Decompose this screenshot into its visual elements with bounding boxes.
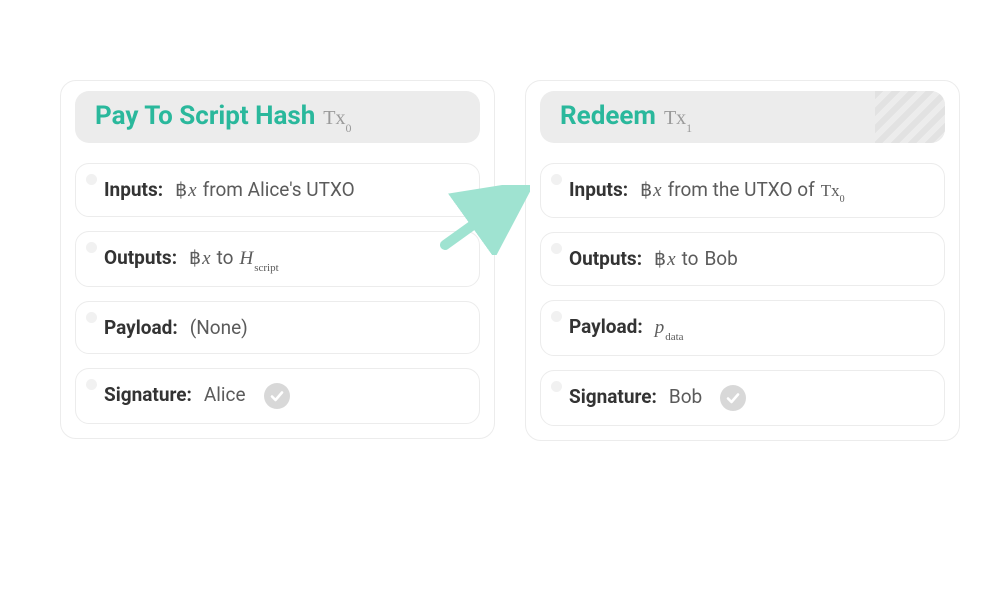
outputs-value-right: ฿x to Bob — [654, 247, 738, 271]
inputs-value-left: ฿x from Alice's UTXO — [175, 178, 355, 202]
payload-label: Payload: — [569, 315, 643, 338]
row-payload-left: Payload: (None) — [75, 301, 480, 354]
row-signature-right: Signature: Bob — [540, 370, 945, 426]
tx-header-redeem: Redeem Tx1 — [540, 91, 945, 143]
diagram-canvas: Pay To Script Hash Tx0 Inputs: ฿x from A… — [60, 80, 960, 441]
row-payload-right: Payload: pdata — [540, 300, 945, 356]
signature-label: Signature: — [104, 383, 192, 406]
payload-label: Payload: — [104, 316, 178, 339]
btc-amount: ฿x — [654, 248, 676, 271]
check-icon — [264, 383, 290, 409]
tx-card-redeem: Redeem Tx1 Inputs: ฿x from the UTXO of T… — [525, 80, 960, 441]
signature-label: Signature: — [569, 385, 657, 408]
tx-label-p2sh: Tx0 — [323, 107, 351, 133]
payload-value-left: (None) — [190, 316, 248, 339]
tx-title-p2sh: Pay To Script Hash — [95, 101, 315, 131]
hscript: Hscript — [239, 248, 278, 272]
row-outputs-left: Outputs: ฿x to Hscript — [75, 231, 480, 287]
signature-value-right: Bob — [669, 385, 702, 408]
tx-ref: Tx0 — [821, 181, 845, 203]
btc-amount: ฿x — [189, 247, 211, 270]
btc-amount: ฿x — [640, 179, 662, 202]
row-signature-left: Signature: Alice — [75, 368, 480, 424]
row-outputs-right: Outputs: ฿x to Bob — [540, 232, 945, 286]
inputs-value-right: ฿x from the UTXO of Tx0 — [640, 178, 845, 203]
tx-label-redeem: Tx1 — [664, 107, 692, 133]
tx-header-p2sh: Pay To Script Hash Tx0 — [75, 91, 480, 143]
inputs-label: Inputs: — [569, 178, 628, 201]
outputs-value-left: ฿x to Hscript — [189, 246, 279, 272]
tx-title-redeem: Redeem — [560, 101, 656, 131]
check-icon — [720, 385, 746, 411]
btc-amount: ฿x — [175, 179, 197, 202]
row-inputs-left: Inputs: ฿x from Alice's UTXO — [75, 163, 480, 217]
outputs-label: Outputs: — [569, 247, 642, 270]
signature-value-left: Alice — [204, 383, 246, 406]
pdata: pdata — [655, 317, 684, 341]
outputs-label: Outputs: — [104, 246, 177, 269]
row-inputs-right: Inputs: ฿x from the UTXO of Tx0 — [540, 163, 945, 218]
inputs-label: Inputs: — [104, 178, 163, 201]
tx-card-p2sh: Pay To Script Hash Tx0 Inputs: ฿x from A… — [60, 80, 495, 439]
payload-value-right: pdata — [655, 317, 684, 341]
